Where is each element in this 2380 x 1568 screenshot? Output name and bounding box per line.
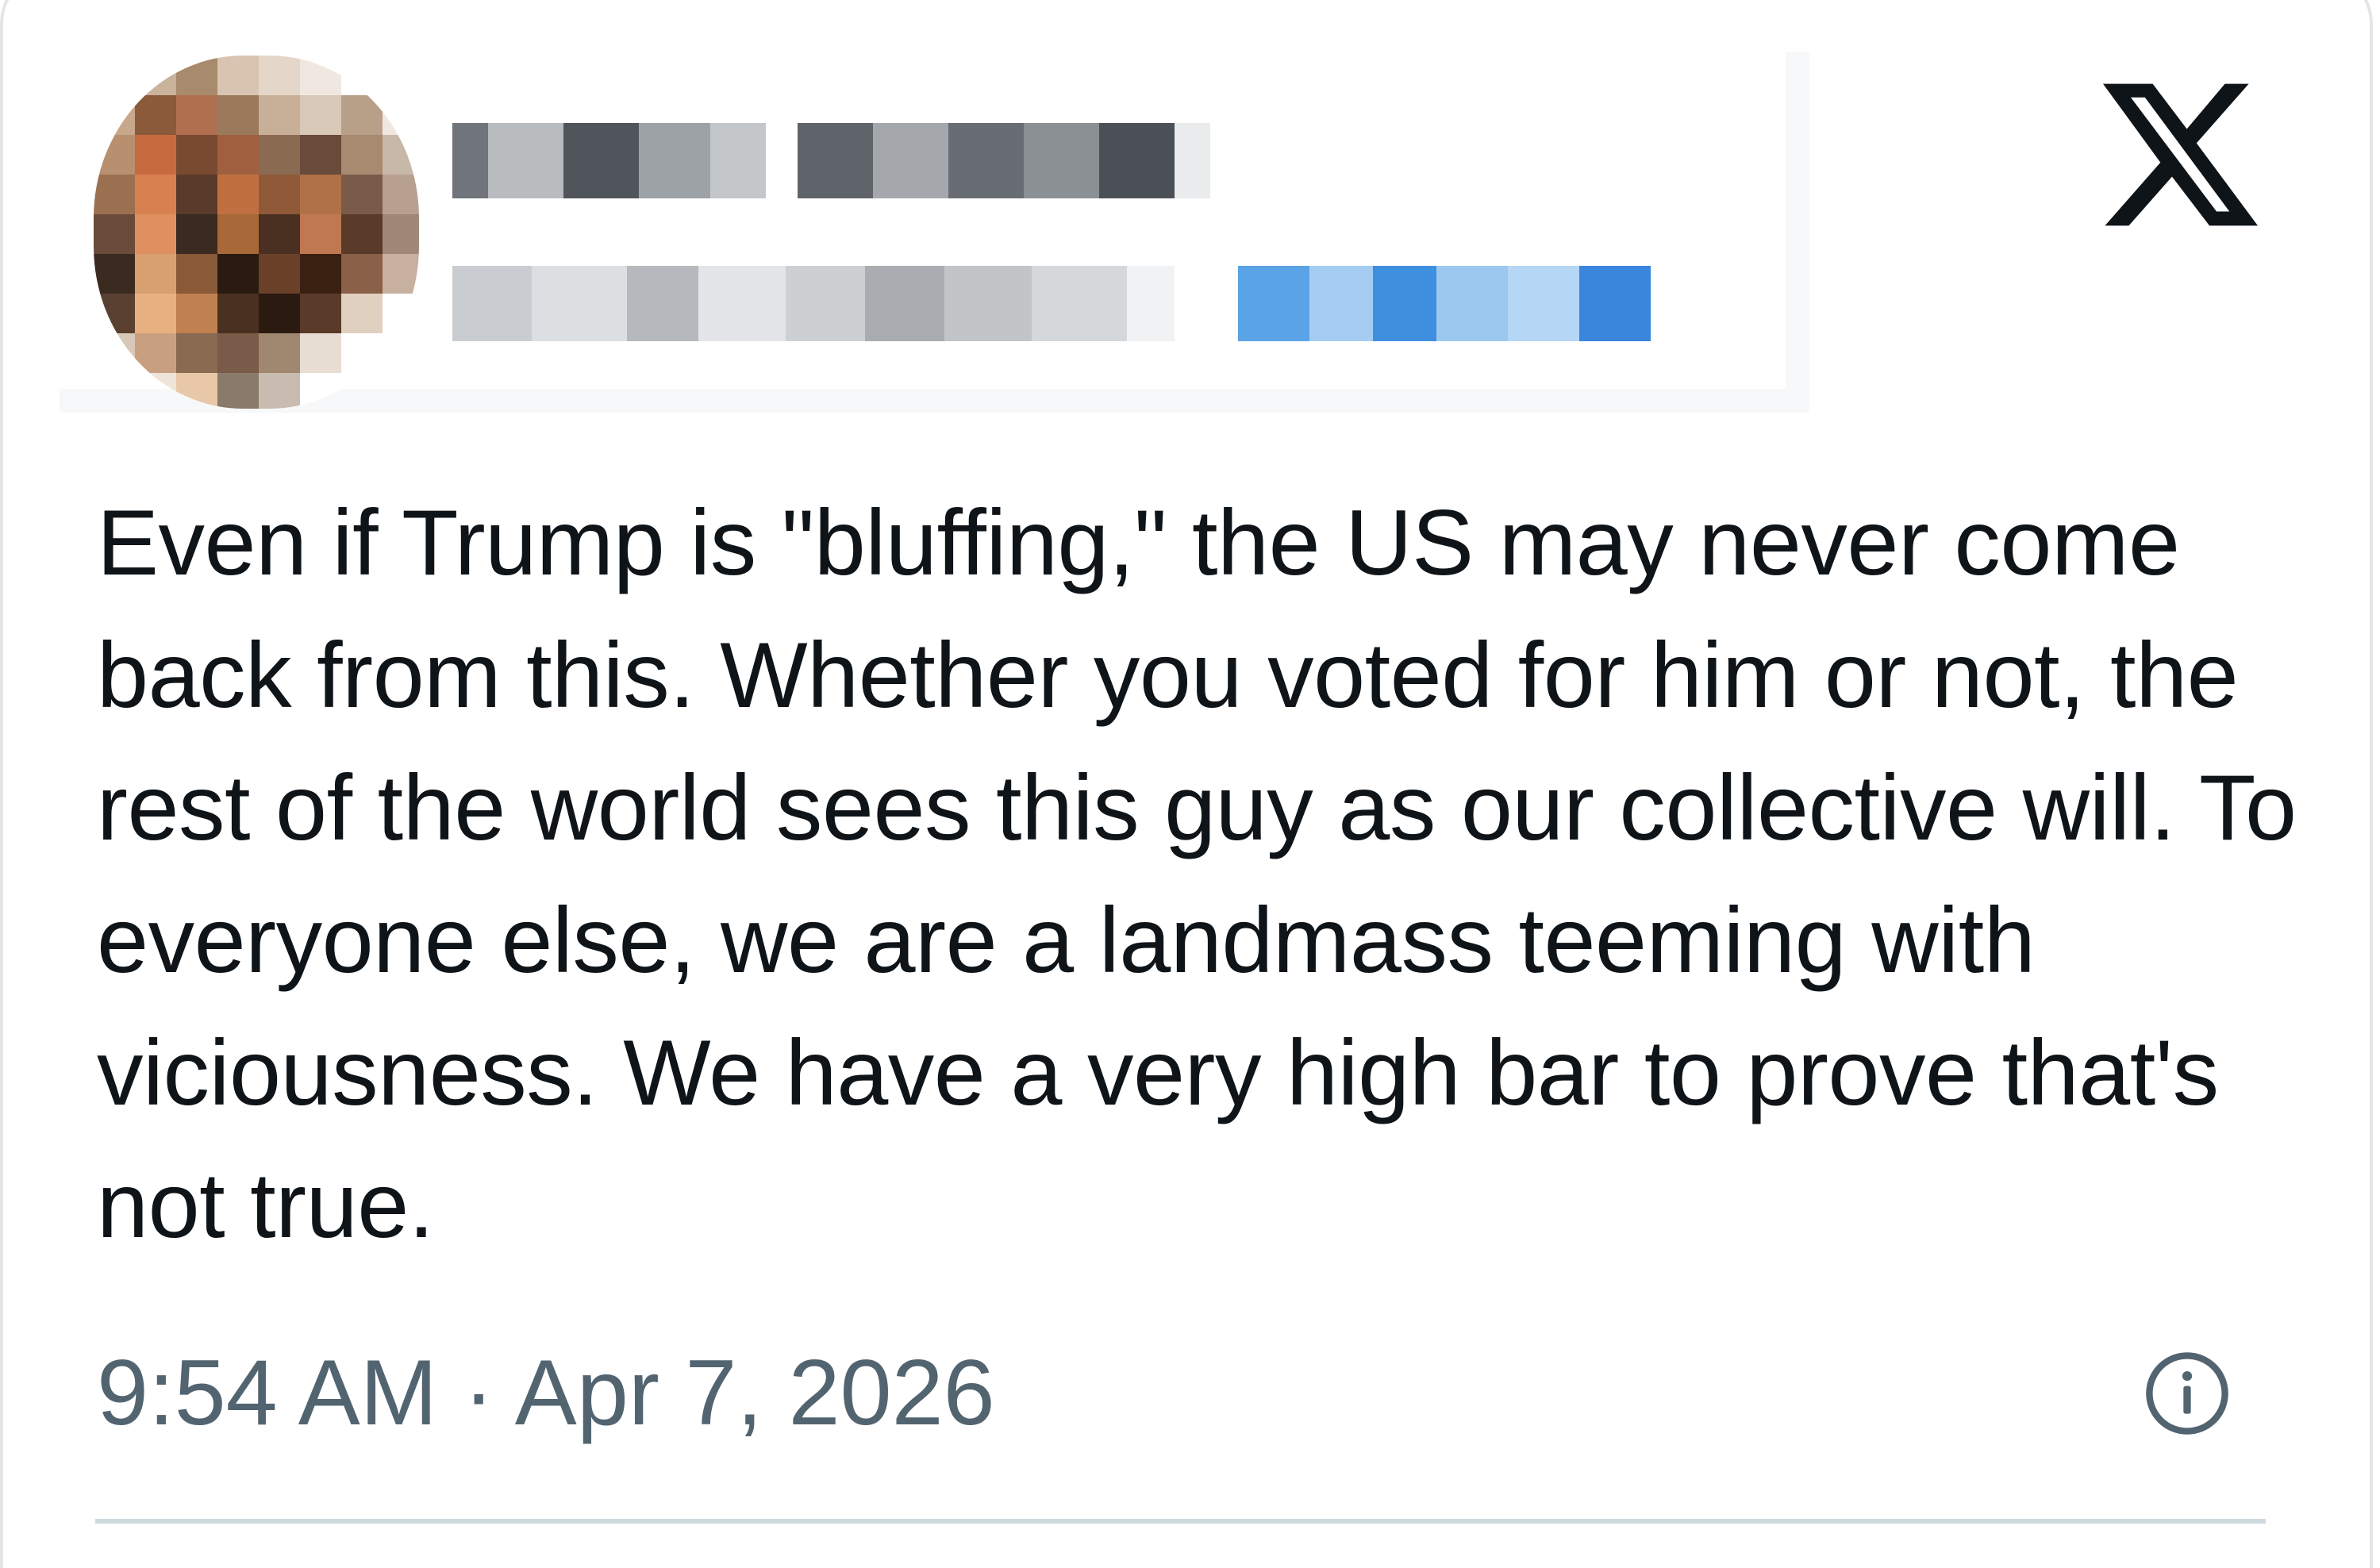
avatar-pixel: [94, 214, 135, 254]
avatar-pixel: [135, 373, 176, 409]
avatar-pixel: [94, 294, 135, 333]
avatar-pixel: [217, 373, 259, 409]
avatar-pixel: [300, 95, 341, 135]
avatar-pixel: [176, 135, 217, 175]
avatar-pixel: [259, 294, 300, 333]
avatar-pixel: [176, 254, 217, 294]
avatar-pixel: [135, 175, 176, 214]
avatar-pixel: [94, 373, 135, 409]
avatar-pixel: [300, 214, 341, 254]
author-name-obscured[interactable]: [452, 123, 1210, 198]
author-handle-obscured[interactable]: [452, 266, 1175, 341]
avatar-pixel: [217, 294, 259, 333]
avatar-pixel: [341, 135, 383, 175]
avatar-pixel: [94, 175, 135, 214]
avatar-pixel: [300, 294, 341, 333]
avatar-pixel: [300, 254, 341, 294]
avatar-pixel: [94, 254, 135, 294]
tweet-timestamp[interactable]: 9:54 AM · Apr 7, 2026: [97, 1333, 995, 1452]
avatar-pixel: [217, 56, 259, 95]
avatar-pixel: [217, 135, 259, 175]
avatar-pixel: [259, 333, 300, 373]
avatar-pixel: [94, 56, 135, 95]
avatar-pixel: [341, 95, 383, 135]
avatar-pixel: [383, 56, 419, 95]
avatar-pixel: [300, 56, 341, 95]
avatar-pixel: [383, 135, 419, 175]
avatar-pixel: [135, 95, 176, 135]
avatar-pixel: [341, 56, 383, 95]
avatar-pixel: [259, 373, 300, 409]
info-icon[interactable]: [2143, 1349, 2232, 1438]
avatar-pixel: [259, 95, 300, 135]
avatar-pixel: [176, 95, 217, 135]
avatar-pixel: [341, 254, 383, 294]
divider: [95, 1519, 2266, 1524]
avatar-pixel: [259, 175, 300, 214]
avatar-pixel: [300, 373, 341, 409]
avatar-pixel: [135, 56, 176, 95]
avatar-pixel: [135, 254, 176, 294]
avatar-pixel: [341, 373, 383, 409]
avatar-pixel: [135, 333, 176, 373]
avatar-pixel: [341, 175, 383, 214]
avatar-pixel: [300, 135, 341, 175]
avatar-pixel: [176, 175, 217, 214]
avatar-pixel: [259, 56, 300, 95]
avatar-pixel: [259, 254, 300, 294]
avatar-pixel: [300, 175, 341, 214]
avatar-pixel: [383, 333, 419, 373]
avatar-pixel: [383, 373, 419, 409]
avatar-pixel: [217, 175, 259, 214]
avatar-pixel: [341, 333, 383, 373]
avatar-pixel: [135, 135, 176, 175]
avatar-pixel: [176, 373, 217, 409]
avatar-pixel: [217, 254, 259, 294]
tweet-text: Even if Trump is "bluffing," the US may …: [97, 490, 2297, 1257]
avatar-pixel: [217, 333, 259, 373]
avatar-pixel: [300, 333, 341, 373]
avatar-pixel: [176, 56, 217, 95]
avatar-pixel: [383, 254, 419, 294]
follow-button-obscured[interactable]: [1238, 266, 1651, 341]
avatar-pixel: [383, 95, 419, 135]
avatar[interactable]: [94, 56, 419, 409]
avatar-pixel: [94, 95, 135, 135]
avatar-pixel: [259, 214, 300, 254]
avatar-pixel: [135, 214, 176, 254]
avatar-pixel: [94, 135, 135, 175]
x-logo-icon[interactable]: [2103, 83, 2258, 226]
avatar-pixel: [217, 214, 259, 254]
avatar-pixel: [176, 214, 217, 254]
avatar-pixel: [135, 294, 176, 333]
avatar-pixel: [217, 95, 259, 135]
avatar-pixel: [94, 333, 135, 373]
avatar-pixel: [383, 214, 419, 254]
avatar-pixel: [341, 214, 383, 254]
avatar-pixel: [383, 175, 419, 214]
avatar-pixel: [341, 294, 383, 333]
avatar-pixel: [259, 135, 300, 175]
avatar-pixel: [176, 333, 217, 373]
avatar-pixel: [383, 294, 419, 333]
avatar-pixel: [176, 294, 217, 333]
